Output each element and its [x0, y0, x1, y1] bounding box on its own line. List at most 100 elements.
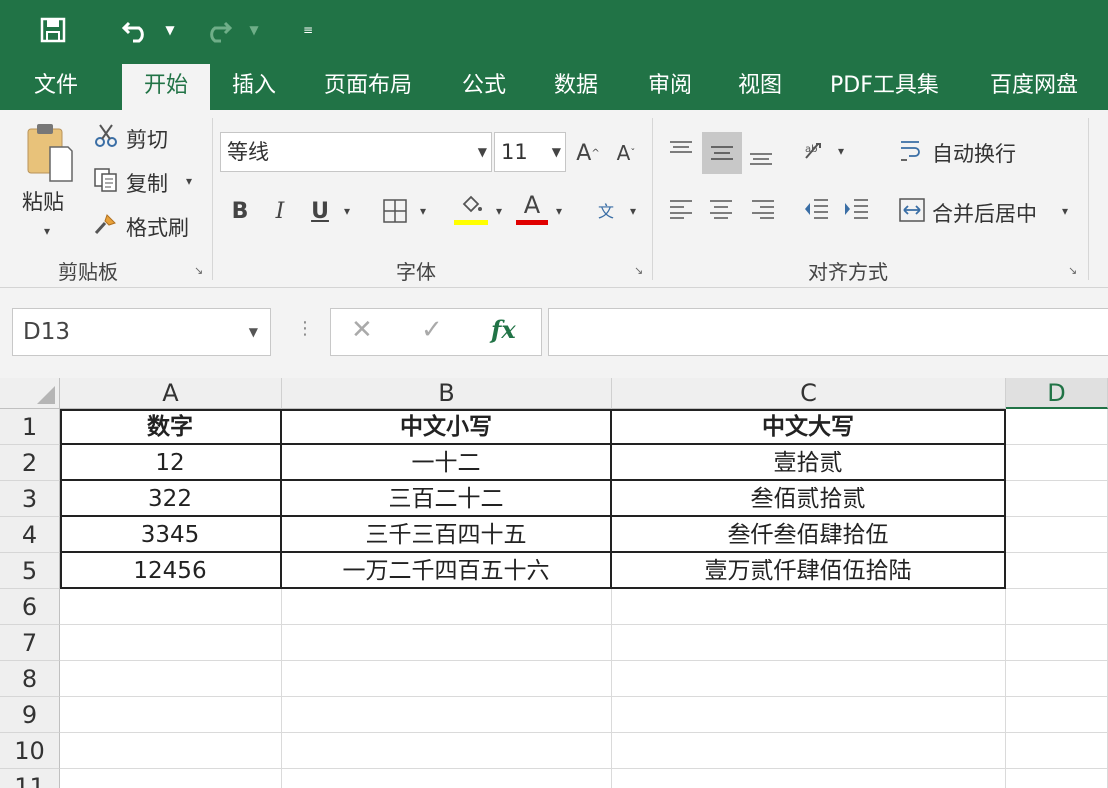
paste-dropdown-icon[interactable]: ▾ — [44, 224, 50, 238]
row-header-11[interactable]: 11 — [0, 769, 60, 788]
font-size-select[interactable]: 11 ▼ — [494, 132, 566, 172]
copy-dropdown-icon[interactable]: ▾ — [186, 174, 192, 188]
cell-a4[interactable]: 3345 — [60, 517, 282, 553]
borders-dropdown-icon[interactable]: ▾ — [420, 204, 426, 218]
cell-b5[interactable]: 一万二千四百五十六 — [282, 553, 612, 589]
merge-center-button[interactable]: 合并后居中 — [932, 198, 1037, 228]
row-header-3[interactable]: 3 — [0, 481, 60, 517]
cell-d1[interactable] — [1006, 409, 1108, 445]
column-header-c[interactable]: C — [612, 378, 1006, 409]
cell-c7[interactable] — [612, 625, 1006, 661]
cell-c3[interactable]: 叁佰贰拾贰 — [612, 481, 1006, 517]
cell-d5[interactable] — [1006, 553, 1108, 589]
column-header-d[interactable]: D — [1006, 378, 1108, 409]
row-header-5[interactable]: 5 — [0, 553, 60, 589]
align-right-icon[interactable] — [748, 194, 778, 224]
row-header-2[interactable]: 2 — [0, 445, 60, 481]
tab-view[interactable]: 视图 — [724, 62, 796, 110]
cell-b6[interactable] — [282, 589, 612, 625]
cell-b3[interactable]: 三百二十二 — [282, 481, 612, 517]
cell-b10[interactable] — [282, 733, 612, 769]
cell-c11[interactable] — [612, 769, 1006, 788]
borders-icon[interactable] — [380, 196, 410, 226]
increase-indent-icon[interactable] — [840, 194, 872, 224]
tab-review[interactable]: 审阅 — [634, 62, 706, 110]
insert-function-icon[interactable]: fx — [491, 315, 516, 344]
cell-d10[interactable] — [1006, 733, 1108, 769]
cell-b1[interactable]: 中文小写 — [282, 409, 612, 445]
redo-dropdown-icon[interactable]: ▼ — [246, 12, 262, 48]
cell-a10[interactable] — [60, 733, 282, 769]
cell-c8[interactable] — [612, 661, 1006, 697]
row-header-6[interactable]: 6 — [0, 589, 60, 625]
align-left-icon[interactable] — [666, 194, 696, 224]
column-header-a[interactable]: A — [60, 378, 282, 409]
cut-button[interactable]: 剪切 — [126, 124, 168, 154]
cell-c2[interactable]: 壹拾贰 — [612, 445, 1006, 481]
format-painter-button[interactable]: 格式刷 — [126, 212, 189, 242]
cell-d2[interactable] — [1006, 445, 1108, 481]
enter-icon[interactable]: ✓ — [421, 315, 443, 345]
row-header-10[interactable]: 10 — [0, 733, 60, 769]
redo-icon[interactable] — [200, 12, 236, 48]
align-center-icon[interactable] — [706, 194, 736, 224]
cell-c5[interactable]: 壹万贰仟肆佰伍拾陆 — [612, 553, 1006, 589]
cell-b2[interactable]: 一十二 — [282, 445, 612, 481]
undo-icon[interactable] — [118, 12, 154, 48]
cell-a1[interactable]: 数字 — [60, 409, 282, 445]
row-header-9[interactable]: 9 — [0, 697, 60, 733]
cell-b7[interactable] — [282, 625, 612, 661]
row-header-8[interactable]: 8 — [0, 661, 60, 697]
cell-d6[interactable] — [1006, 589, 1108, 625]
tab-formulas[interactable]: 公式 — [448, 62, 520, 110]
cell-d4[interactable] — [1006, 517, 1108, 553]
tab-baidu-netdisk[interactable]: 百度网盘 — [976, 62, 1092, 110]
paste-button[interactable]: 粘贴 — [22, 186, 64, 216]
column-header-b[interactable]: B — [282, 378, 612, 409]
tab-insert[interactable]: 插入 — [218, 62, 290, 110]
font-launcher-icon[interactable]: ↘ — [634, 264, 643, 277]
customize-qat-icon[interactable]: ≡ — [300, 12, 316, 48]
increase-font-size-icon[interactable]: A ^ — [574, 138, 602, 168]
align-bottom-icon[interactable] — [746, 138, 776, 174]
bold-button[interactable]: B — [226, 196, 254, 226]
tab-home[interactable]: 开始 — [122, 64, 210, 110]
undo-dropdown-icon[interactable]: ▼ — [162, 12, 178, 48]
splitter-handle-icon[interactable]: ⋮ — [296, 318, 314, 339]
decrease-font-size-icon[interactable]: Aˇ — [612, 138, 640, 168]
font-name-select[interactable]: 等线 ▼ — [220, 132, 492, 172]
cell-c1[interactable]: 中文大写 — [612, 409, 1006, 445]
formula-input[interactable] — [548, 308, 1108, 356]
align-top-icon[interactable] — [666, 132, 696, 168]
cell-a2[interactable]: 12 — [60, 445, 282, 481]
cell-b4[interactable]: 三千三百四十五 — [282, 517, 612, 553]
phonetic-guide-icon[interactable]: 文 — [590, 194, 622, 226]
cell-a5[interactable]: 12456 — [60, 553, 282, 589]
paste-icon[interactable] — [22, 120, 76, 184]
cell-a9[interactable] — [60, 697, 282, 733]
name-box[interactable]: D13 ▼ — [12, 308, 271, 356]
clipboard-launcher-icon[interactable]: ↘ — [194, 264, 203, 277]
cell-a11[interactable] — [60, 769, 282, 788]
tab-file[interactable]: 文件 — [20, 62, 92, 110]
cell-c9[interactable] — [612, 697, 1006, 733]
cell-d8[interactable] — [1006, 661, 1108, 697]
cell-c6[interactable] — [612, 589, 1006, 625]
wrap-text-button[interactable]: 自动换行 — [932, 138, 1016, 168]
cell-a7[interactable] — [60, 625, 282, 661]
fill-color-dropdown-icon[interactable]: ▾ — [496, 204, 502, 218]
cell-c4[interactable]: 叁仟叁佰肆拾伍 — [612, 517, 1006, 553]
cell-d9[interactable] — [1006, 697, 1108, 733]
tab-page-layout[interactable]: 页面布局 — [310, 62, 426, 110]
cell-d3[interactable] — [1006, 481, 1108, 517]
cell-b8[interactable] — [282, 661, 612, 697]
cancel-icon[interactable]: ✕ — [351, 315, 373, 345]
decrease-indent-icon[interactable] — [800, 194, 832, 224]
cell-c10[interactable] — [612, 733, 1006, 769]
save-icon[interactable] — [36, 12, 70, 48]
cell-d7[interactable] — [1006, 625, 1108, 661]
copy-button[interactable]: 复制 — [126, 168, 168, 198]
cell-a8[interactable] — [60, 661, 282, 697]
alignment-launcher-icon[interactable]: ↘ — [1068, 264, 1077, 277]
font-color-dropdown-icon[interactable]: ▾ — [556, 204, 562, 218]
